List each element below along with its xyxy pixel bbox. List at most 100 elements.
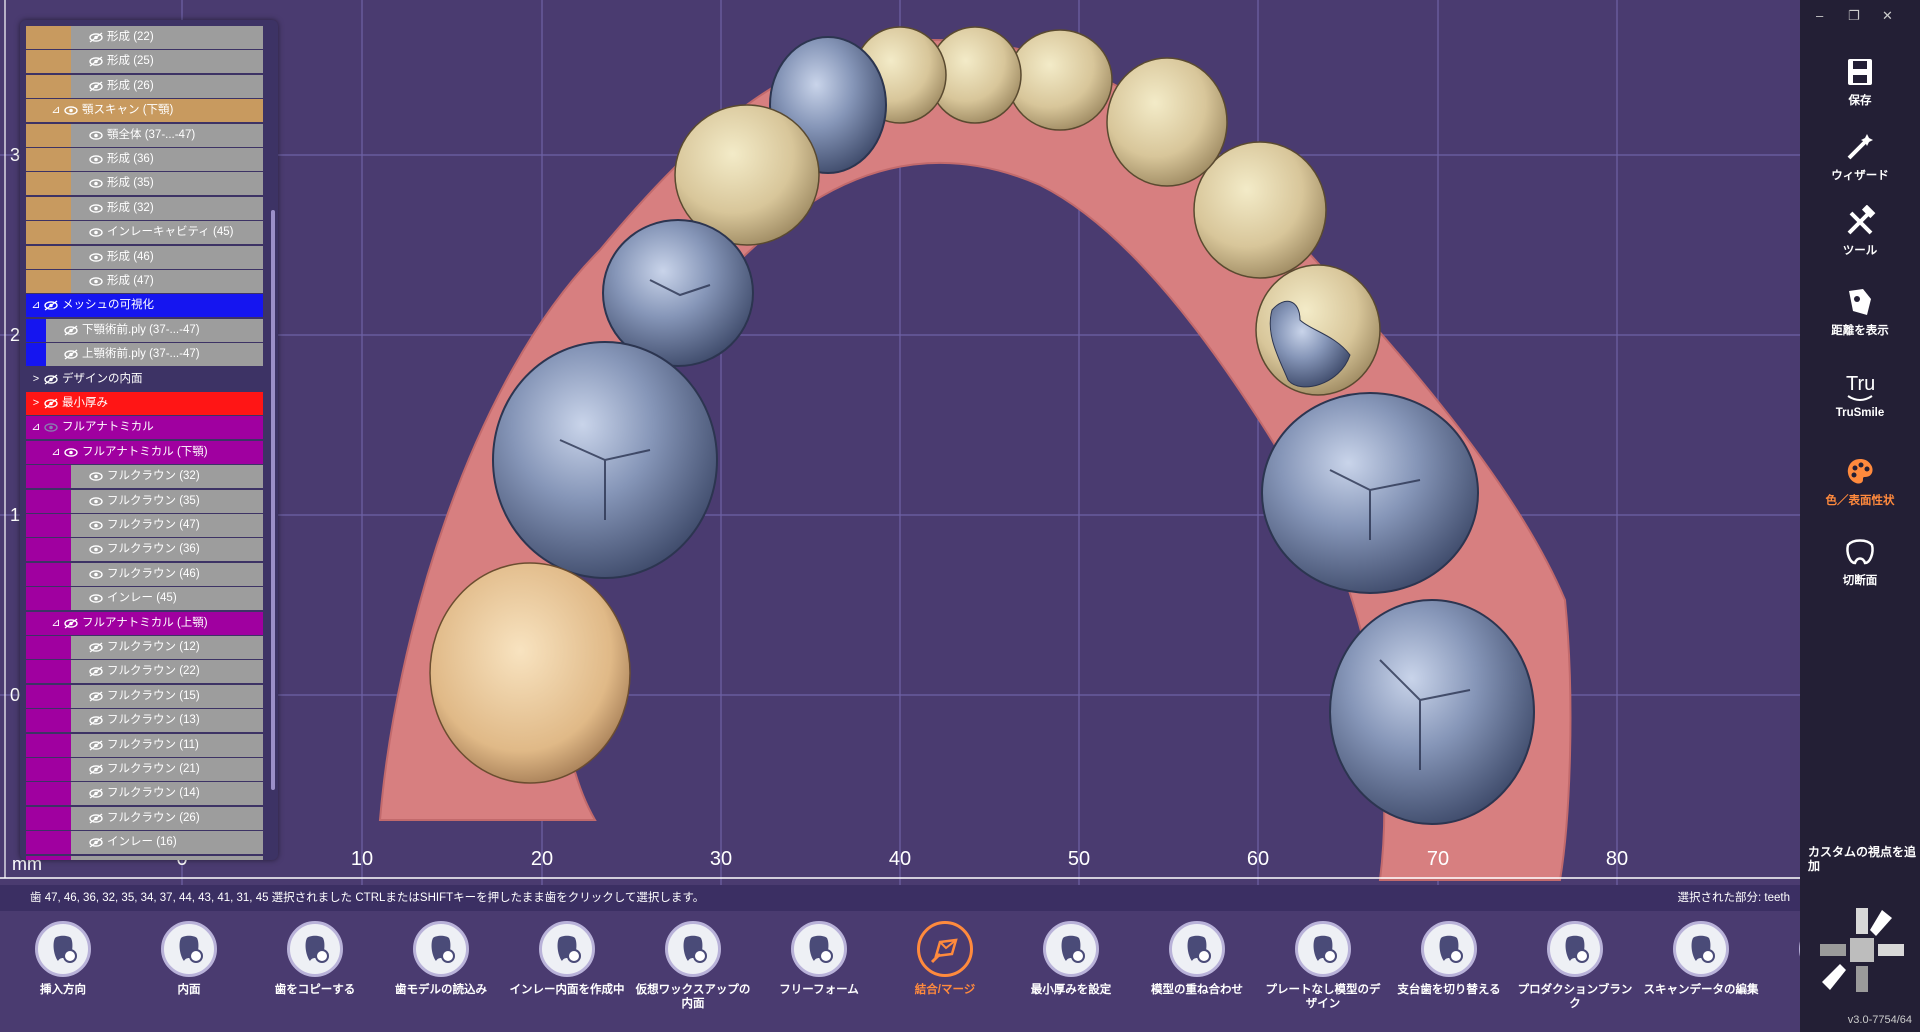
eye-hidden-icon[interactable]: [89, 758, 103, 781]
collapse-chevron-icon[interactable]: ⊿: [30, 294, 42, 317]
expand-chevron-icon[interactable]: >: [30, 368, 42, 391]
eye-hidden-icon[interactable]: [64, 612, 78, 635]
toolbar-button-model-overlay[interactable]: 模型の重ね合わせ: [1137, 921, 1257, 997]
tree-row[interactable]: 下顎術前.ply (37-...-47): [26, 318, 263, 342]
eye-hidden-icon[interactable]: [64, 343, 78, 366]
eye-icon[interactable]: [64, 99, 78, 122]
toolbar-button-switch-abutment[interactable]: 支台歯を切り替える: [1389, 921, 1509, 997]
eye-icon[interactable]: [89, 172, 103, 195]
view-cube-icon[interactable]: [1812, 900, 1912, 1000]
close-icon[interactable]: ✕: [1882, 8, 1893, 24]
eye-icon[interactable]: [89, 587, 103, 610]
3d-viewport[interactable]: 3 2 1 0 mm 0 10 20 30 40 50 60 70 80 形成 …: [0, 0, 1800, 885]
eye-icon[interactable]: [44, 416, 58, 439]
tree-row[interactable]: > 最小厚み: [26, 392, 263, 415]
tree-row[interactable]: フルクラウン (11): [26, 733, 263, 757]
tree-row[interactable]: ⊿ フルアナトミカル (上顎): [26, 611, 263, 635]
toolbar-button-insertion[interactable]: 挿入方向: [3, 921, 123, 997]
tree-row[interactable]: 形成 (46): [26, 245, 263, 269]
eye-icon[interactable]: [89, 197, 103, 220]
eye-icon[interactable]: [89, 270, 103, 293]
object-tree-panel[interactable]: 形成 (22) 形成 (25) 形成 (26) ⊿ 顎スキャン (下顎) 顎全体 (37-…: [20, 20, 278, 860]
eye-icon[interactable]: [89, 246, 103, 269]
tree-row[interactable]: > デザインの内面: [26, 368, 263, 391]
eye-hidden-icon[interactable]: [89, 831, 103, 854]
minimize-icon[interactable]: –: [1816, 8, 1823, 23]
tree-row[interactable]: フルクラウン (15): [26, 684, 263, 708]
tree-row[interactable]: ⊿ メッシュの可視化: [26, 294, 263, 318]
sidebar-tool-cut-plane[interactable]: 切断面: [1800, 535, 1920, 605]
tree-row[interactable]: フルクラウン (36): [26, 538, 263, 562]
tree-row[interactable]: 形成 (36): [26, 148, 263, 171]
tree-row[interactable]: インレー (45): [26, 587, 263, 611]
tree-row[interactable]: フルクラウン (47): [26, 514, 263, 537]
eye-icon[interactable]: [89, 490, 103, 513]
toolbar-button-load-tooth-model[interactable]: 歯モデルの読込み: [381, 921, 501, 997]
tree-row[interactable]: 形成 (32): [26, 196, 263, 220]
tree-row[interactable]: 形成 (47): [26, 270, 263, 293]
collapse-chevron-icon[interactable]: ⊿: [50, 612, 62, 635]
eye-hidden-icon[interactable]: [64, 319, 78, 342]
tree-row[interactable]: インレー (16): [26, 831, 263, 855]
sidebar-tool-wand[interactable]: ウィザード: [1800, 130, 1920, 200]
tree-row[interactable]: 形成 (22): [26, 26, 263, 49]
eye-hidden-icon[interactable]: [89, 26, 103, 49]
sidebar-tool-tools[interactable]: ツール: [1800, 205, 1920, 275]
eye-icon[interactable]: [89, 563, 103, 586]
tree-row[interactable]: 形成 (35): [26, 172, 263, 196]
toolbar-button-merge[interactable]: 結合/マージ: [885, 921, 1005, 997]
toolbar-button-edit-scan[interactable]: スキャンデータの編集: [1641, 921, 1761, 997]
sidebar-tool-distance[interactable]: 距離を表示: [1800, 285, 1920, 355]
toolbar-button-wax-up[interactable]: 仮想ワックスアップの内面: [633, 921, 753, 1011]
tree-row[interactable]: フルクラウン (14): [26, 782, 263, 806]
eye-icon[interactable]: [89, 148, 103, 171]
toolbar-button-copy-tooth[interactable]: 歯をコピーする: [255, 921, 375, 997]
tree-row[interactable]: フルクラウン (26): [26, 806, 263, 830]
eye-icon[interactable]: [89, 514, 103, 537]
tree-row[interactable]: 上顎術前.ply (37-...-47): [26, 343, 263, 367]
toolbar-button-plateless-model[interactable]: プレートなし模型のデザイン: [1263, 921, 1383, 1011]
toolbar-button-freeform[interactable]: フリーフォーム: [759, 921, 879, 997]
eye-icon[interactable]: [89, 221, 103, 244]
tree-row[interactable]: 顎全体 (37-...-47): [26, 123, 263, 147]
restore-icon[interactable]: ❐: [1848, 8, 1860, 24]
tree-row[interactable]: ⊿ フルアナトミカル (下顎): [26, 440, 263, 464]
sidebar-tool-palette[interactable]: 色／表面性状: [1800, 455, 1920, 525]
add-custom-view-label[interactable]: カスタムの視点を追加: [1808, 845, 1916, 873]
tree-row[interactable]: 形成 (26): [26, 74, 263, 98]
tree-row[interactable]: インレーキャビティ (45): [26, 221, 263, 245]
tree-row[interactable]: フルクラウン (22): [26, 660, 263, 684]
tree-row[interactable]: ⊿ 顎スキャン (下顎): [26, 99, 263, 123]
collapse-chevron-icon[interactable]: ⊿: [50, 99, 62, 122]
tree-row[interactable]: フルクラウン (32): [26, 465, 263, 489]
eye-icon[interactable]: [89, 538, 103, 561]
toolbar-button-inlay-inner[interactable]: インレー内面を作成中: [507, 921, 627, 997]
eye-hidden-icon[interactable]: [44, 392, 58, 415]
eye-hidden-icon[interactable]: [44, 294, 58, 317]
tree-row[interactable]: ⊿ フルアナトミカル: [26, 416, 263, 440]
sidebar-tool-trusmile[interactable]: Tru TruSmile: [1800, 370, 1920, 440]
eye-hidden-icon[interactable]: [89, 75, 103, 98]
eye-hidden-icon[interactable]: [89, 660, 103, 683]
tree-row[interactable]: フルクラウン (21): [26, 758, 263, 781]
expand-chevron-icon[interactable]: >: [30, 392, 42, 415]
eye-hidden-icon[interactable]: [89, 709, 103, 732]
eye-hidden-icon[interactable]: [89, 636, 103, 659]
tree-row[interactable]: フルクラウン (25): [26, 855, 263, 860]
tree-row[interactable]: 形成 (25): [26, 50, 263, 74]
eye-hidden-icon[interactable]: [89, 807, 103, 830]
tree-scrollbar[interactable]: [271, 210, 275, 790]
eye-icon[interactable]: [64, 441, 78, 464]
eye-hidden-icon[interactable]: [44, 368, 58, 391]
toolbar-button-inner-surface[interactable]: 内面: [129, 921, 249, 997]
tree-row[interactable]: フルクラウン (13): [26, 709, 263, 733]
eye-hidden-icon[interactable]: [89, 782, 103, 805]
eye-icon[interactable]: [89, 465, 103, 488]
tree-row[interactable]: フルクラウン (46): [26, 562, 263, 586]
eye-icon[interactable]: [89, 124, 103, 147]
tree-row[interactable]: フルクラウン (35): [26, 489, 263, 513]
eye-hidden-icon[interactable]: [89, 50, 103, 73]
collapse-chevron-icon[interactable]: ⊿: [50, 441, 62, 464]
eye-hidden-icon[interactable]: [89, 734, 103, 757]
eye-hidden-icon[interactable]: [89, 856, 103, 860]
